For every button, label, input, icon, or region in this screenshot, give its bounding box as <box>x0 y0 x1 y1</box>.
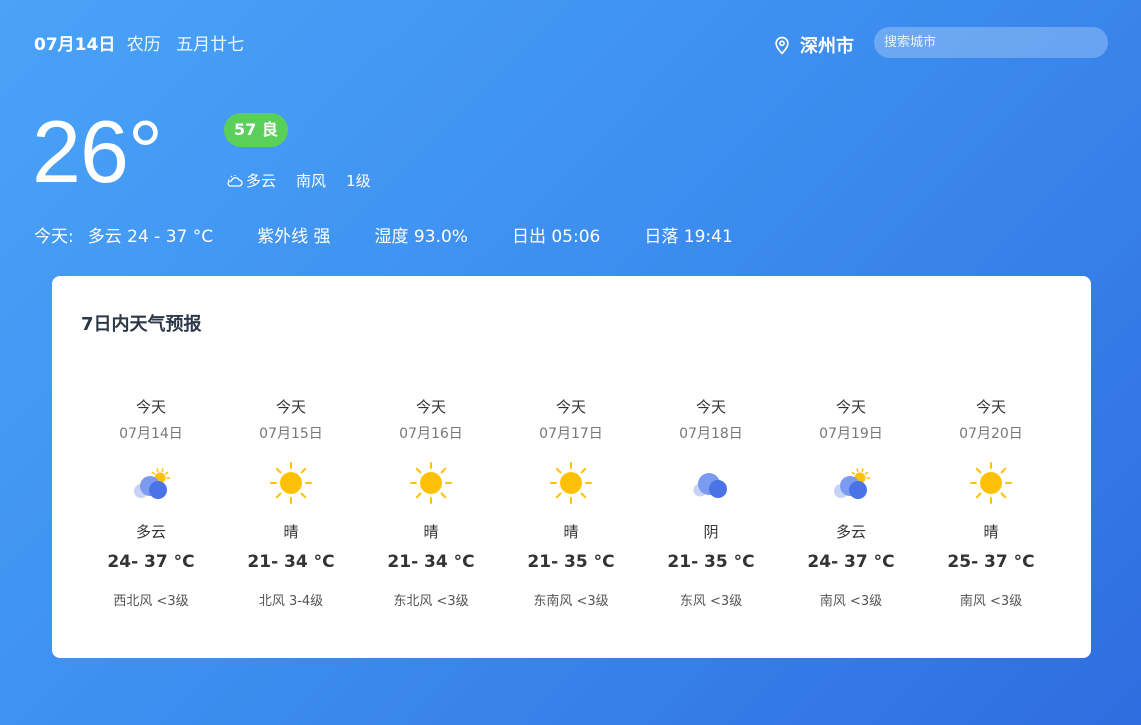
today-stats: 今天: 多云 24 - 37 °C 紫外线 强 湿度 93.0% 日出 05:0… <box>34 222 777 247</box>
day-label: 今天 <box>835 398 866 416</box>
forecast-card: 7日内天气预报 今天 07月14日 多云 24- 37 °C 西北风 <3级 今… <box>52 276 1091 658</box>
wind-direction: 南风 <box>296 172 327 190</box>
day-temp-range: 21- 34 °C <box>387 552 475 572</box>
forecast-day: 今天 07月18日 阴 21- 35 °C 东风 <3级 <box>641 396 781 609</box>
day-wind: 西北风 <3级 <box>113 594 189 609</box>
day-temp-range: 21- 35 °C <box>527 552 615 572</box>
day-label: 今天 <box>275 398 306 416</box>
aqi-badge: 57 良 <box>224 113 288 147</box>
day-condition: 晴 <box>983 523 999 541</box>
day-condition: 多云 <box>835 523 866 541</box>
day-temp-range: 21- 34 °C <box>247 552 335 572</box>
location-selector[interactable]: 深州市 <box>772 32 854 58</box>
day-date: 07月15日 <box>259 426 323 442</box>
forecast-title: 7日内天气预报 <box>81 314 202 335</box>
search-city-input[interactable] <box>874 27 1108 58</box>
overcast-icon <box>641 455 781 511</box>
city-name: 深州市 <box>800 36 854 57</box>
day-condition: 晴 <box>563 523 579 541</box>
forecast-day: 今天 07月17日 晴 21- 35 °C 东南风 <3级 <box>501 396 641 609</box>
forecast-day: 今天 07月20日 晴 25- 37 °C 南风 <3级 <box>921 396 1061 609</box>
sunset-time: 日落 19:41 <box>644 227 733 247</box>
partly-cloudy-icon <box>781 455 921 511</box>
sunny-icon <box>501 455 641 511</box>
day-date: 07月19日 <box>819 426 883 442</box>
today-summary: 多云 24 - 37 °C <box>87 227 214 247</box>
day-temp-range: 24- 37 °C <box>807 552 895 572</box>
location-pin-icon <box>775 36 789 55</box>
day-condition: 晴 <box>423 523 439 541</box>
day-label: 今天 <box>695 398 726 416</box>
lunar-date: 五月廿七 <box>176 35 245 55</box>
current-conditions: 多云 南风 1级 <box>226 170 391 191</box>
partly-cloudy-icon <box>81 455 221 511</box>
sunny-icon <box>221 455 361 511</box>
day-label: 今天 <box>135 398 166 416</box>
day-date: 07月17日 <box>539 426 603 442</box>
day-wind: 南风 <3级 <box>959 594 1023 609</box>
day-date: 07月14日 <box>119 426 183 442</box>
date-header: 07月14日 农历 五月廿七 <box>34 30 244 55</box>
day-label: 今天 <box>555 398 586 416</box>
sunny-icon <box>361 455 501 511</box>
day-date: 07月16日 <box>399 426 463 442</box>
day-date: 07月18日 <box>679 426 743 442</box>
forecast-day: 今天 07月16日 晴 21- 34 °C 东北风 <3级 <box>361 396 501 609</box>
sunrise-time: 日出 05:06 <box>511 227 601 247</box>
humidity: 湿度 93.0% <box>374 227 468 247</box>
forecast-day: 今天 07月14日 多云 24- 37 °C 西北风 <3级 <box>81 396 221 609</box>
day-wind: 东南风 <3级 <box>533 594 609 609</box>
current-temperature: 26° <box>32 102 163 201</box>
day-label: 今天 <box>975 398 1006 416</box>
current-date: 07月14日 <box>34 35 116 55</box>
forecast-day: 今天 07月15日 晴 21- 34 °C 北风 3-4级 <box>221 396 361 609</box>
day-temp-range: 25- 37 °C <box>947 552 1035 572</box>
day-temp-range: 24- 37 °C <box>107 552 195 572</box>
lunar-label: 农历 <box>126 35 161 55</box>
day-wind: 南风 <3级 <box>819 594 883 609</box>
day-condition: 阴 <box>703 523 719 541</box>
day-label: 今天 <box>415 398 446 416</box>
forecast-days: 今天 07月14日 多云 24- 37 °C 西北风 <3级 今天 07月15日… <box>81 396 1061 609</box>
day-condition: 多云 <box>135 523 166 541</box>
condition-text: 多云 <box>246 172 277 190</box>
day-wind: 东北风 <3级 <box>393 594 469 609</box>
day-temp-range: 21- 35 °C <box>667 552 755 572</box>
forecast-day: 今天 07月19日 多云 24- 37 °C 南风 <3级 <box>781 396 921 609</box>
uv-index: 紫外线 强 <box>257 227 331 247</box>
day-wind: 东风 <3级 <box>679 594 743 609</box>
today-label: 今天: <box>34 227 74 247</box>
partly-cloudy-small-icon <box>226 173 244 189</box>
sunny-icon <box>921 455 1061 511</box>
day-date: 07月20日 <box>959 426 1023 442</box>
day-wind: 北风 3-4级 <box>258 594 324 609</box>
wind-level: 1级 <box>346 172 371 190</box>
day-condition: 晴 <box>283 523 299 541</box>
